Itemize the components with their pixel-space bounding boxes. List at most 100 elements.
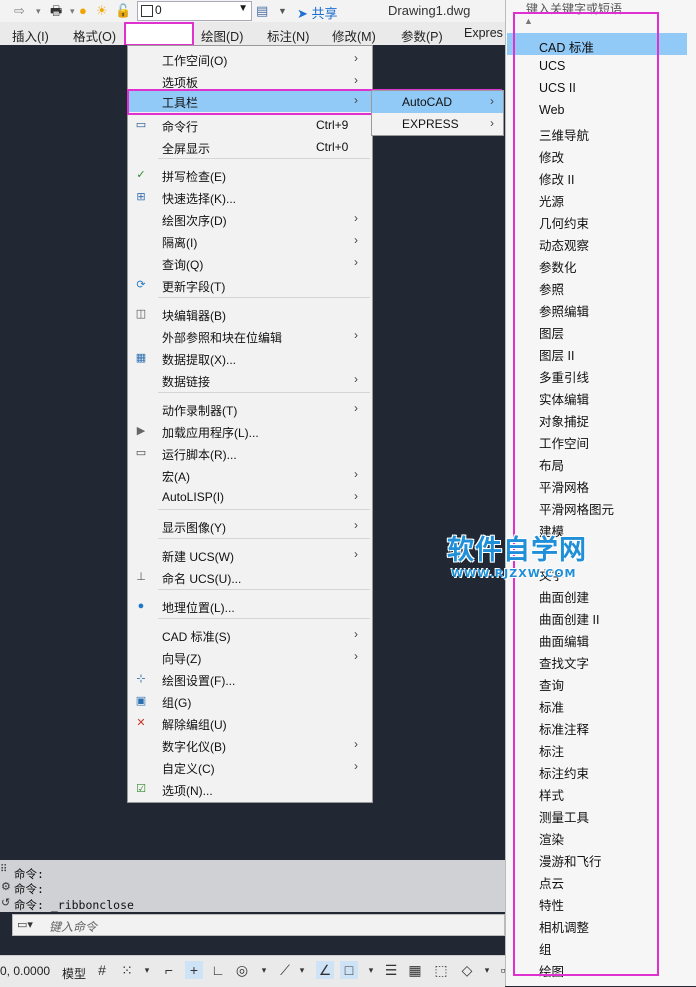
menu-item[interactable]: ✓ 拼写检查(E): [128, 164, 372, 186]
share-button[interactable]: ➤ 共享: [297, 3, 338, 22]
submenu-item[interactable]: EXPRESS ›: [372, 113, 503, 135]
menu-item[interactable]: 工作空间(O) ›: [128, 48, 372, 70]
chevron-right-icon: ›: [354, 328, 358, 342]
chevron-right-icon: ›: [354, 737, 358, 751]
infer-constraints-icon[interactable]: ⌐: [160, 961, 178, 979]
command-line-icon: ▭: [135, 119, 147, 131]
menu-item[interactable]: ▭ 命令行 Ctrl+9: [128, 114, 372, 136]
object-snap-icon[interactable]: □: [340, 961, 358, 979]
menu-item[interactable]: CAD 标准(S) ›: [128, 624, 372, 646]
menu-item-label: 解除编组(U): [162, 718, 227, 732]
match-properties-icon[interactable]: ▤: [256, 3, 268, 19]
menubar-item[interactable]: 格式(O): [73, 26, 116, 45]
menubar-item[interactable]: 参数(P): [401, 26, 443, 45]
redo-icon[interactable]: ⇨: [14, 3, 25, 19]
menu-item[interactable]: ⟳ 更新字段(T): [128, 274, 372, 296]
snap-icon[interactable]: ⁙: [118, 961, 136, 979]
isometric-icon[interactable]: ⟋: [276, 961, 294, 979]
menu-item[interactable]: 数据链接 ›: [128, 369, 372, 391]
menubar-item[interactable]: 标注(N): [267, 26, 309, 45]
tools-menu: 工作空间(O) › 选项板 › 工具栏 › ▭ 命令行 Ctrl+9 全屏显示 Ctrl+0 ✓ 拼写检…: [127, 45, 373, 803]
menu-item[interactable]: ▣ 组(G): [128, 690, 372, 712]
menu-item[interactable]: ⊥ 命名 UCS(U)...: [128, 566, 372, 588]
dynamic-input-icon[interactable]: +: [185, 961, 203, 979]
ortho-icon[interactable]: ∟: [209, 961, 227, 979]
menu-item[interactable]: 查询(Q) ›: [128, 252, 372, 274]
canvas-strip: [0, 936, 505, 955]
command-line-icon[interactable]: ▭▾: [17, 918, 33, 931]
lightbulb-icon[interactable]: ●: [79, 3, 87, 19]
menubar-item[interactable]: 插入(I): [12, 26, 49, 45]
toolbar-submenu: AutoCAD › EXPRESS ›: [371, 90, 504, 136]
submenu-item-label: AutoCAD: [402, 95, 453, 109]
chevron-right-icon: ›: [354, 547, 358, 561]
menu-item-label: 查询(Q): [162, 258, 204, 272]
selection-cycling-icon[interactable]: ⬚: [432, 961, 450, 979]
submenu-item[interactable]: AutoCAD ›: [372, 91, 503, 113]
menu-item[interactable]: ◫ 块编辑器(B): [128, 303, 372, 325]
menu-item-label: 选项(N)...: [162, 784, 213, 798]
group-icon: ▣: [135, 695, 147, 707]
menu-item[interactable]: ▭ 运行脚本(R)...: [128, 442, 372, 464]
chevron-down-icon[interactable]: ▾: [70, 3, 75, 19]
menu-item[interactable]: 全屏显示 Ctrl+0: [128, 136, 372, 158]
chevron-right-icon: ›: [354, 372, 358, 386]
lineweight-icon[interactable]: ☰: [382, 961, 400, 979]
command-input[interactable]: ▭▾ 键入命令: [12, 914, 505, 936]
menu-item-label: 绘图次序(D): [162, 214, 227, 228]
menu-item[interactable]: 动作录制器(T) ›: [128, 398, 372, 420]
grip-icon[interactable]: ⠿: [0, 864, 7, 875]
menu-item[interactable]: 自定义(C) ›: [128, 756, 372, 778]
menu-item[interactable]: 新建 UCS(W) ›: [128, 544, 372, 566]
menu-item[interactable]: 向导(Z) ›: [128, 646, 372, 668]
plot-icon[interactable]: 🖶: [50, 3, 62, 19]
menu-item-label: 运行脚本(R)...: [162, 448, 237, 462]
transparency-icon[interactable]: ▦: [406, 961, 424, 979]
object-snap-tracking-icon[interactable]: ∠: [316, 961, 334, 979]
menu-separator: [158, 392, 370, 393]
chevron-down-icon[interactable]: ▼: [278, 3, 287, 19]
chevron-right-icon: ›: [354, 73, 358, 87]
menu-item[interactable]: 数字化仪(B) ›: [128, 734, 372, 756]
model-space-button[interactable]: 模型: [61, 964, 87, 983]
menu-item[interactable]: ⊹ 绘图设置(F)...: [128, 668, 372, 690]
menubar-item[interactable]: 绘图(D): [201, 26, 243, 45]
wrench-icon[interactable]: ⚙: [1, 880, 11, 893]
menu-item[interactable]: ☑ 选项(N)...: [128, 778, 372, 800]
watermark: 软件自学网 WWW.RJZXW.COM: [447, 528, 607, 580]
menu-item[interactable]: ▶ 加载应用程序(L)...: [128, 420, 372, 442]
menu-item[interactable]: 绘图次序(D) ›: [128, 208, 372, 230]
sun-icon[interactable]: ☀: [96, 3, 108, 19]
watermark-url: WWW.RJZXW.COM: [451, 567, 577, 580]
menu-separator: [158, 297, 370, 298]
history-icon[interactable]: ↺: [1, 896, 10, 909]
chevron-down-icon[interactable]: ▾: [36, 3, 41, 19]
chevron-right-icon: ›: [354, 233, 358, 247]
layer-dropdown[interactable]: 0 ▼: [137, 1, 252, 21]
menu-item[interactable]: ✕ 解除编组(U): [128, 712, 372, 734]
menu-item[interactable]: ▦ 数据提取(X)...: [128, 347, 372, 369]
3d-osnap-icon[interactable]: ◇: [458, 961, 476, 979]
menu-item[interactable]: ⊞ 快速选择(K)...: [128, 186, 372, 208]
menubar-item[interactable]: 修改(M): [332, 26, 376, 45]
chevron-down-icon[interactable]: ▾: [293, 961, 311, 979]
menu-item[interactable]: 宏(A) ›: [128, 464, 372, 486]
grid-icon[interactable]: #: [93, 961, 111, 979]
chevron-down-icon[interactable]: ▾: [362, 961, 380, 979]
chevron-down-icon[interactable]: ▾: [255, 961, 273, 979]
data-extraction-icon: ▦: [135, 352, 147, 364]
polar-tracking-icon[interactable]: ◎: [233, 961, 251, 979]
layer-color-swatch: [141, 5, 153, 17]
menu-item[interactable]: 外部参照和块在位编辑 ›: [128, 325, 372, 347]
lock-icon[interactable]: 🔓: [115, 3, 131, 19]
spell-check-icon: ✓: [136, 169, 146, 181]
menu-item[interactable]: AutoLISP(I) ›: [128, 486, 372, 508]
menubar-item[interactable]: Expres: [464, 26, 503, 40]
menu-item-label: 绘图设置(F)...: [162, 674, 236, 688]
menu-item-label: 拼写检查(E): [162, 170, 226, 184]
chevron-right-icon: ›: [354, 759, 358, 773]
menu-item[interactable]: ● 地理位置(L)...: [128, 595, 372, 617]
menu-item[interactable]: 隔离(I) ›: [128, 230, 372, 252]
chevron-down-icon[interactable]: ▾: [138, 961, 156, 979]
menu-item[interactable]: 显示图像(Y) ›: [128, 515, 372, 537]
